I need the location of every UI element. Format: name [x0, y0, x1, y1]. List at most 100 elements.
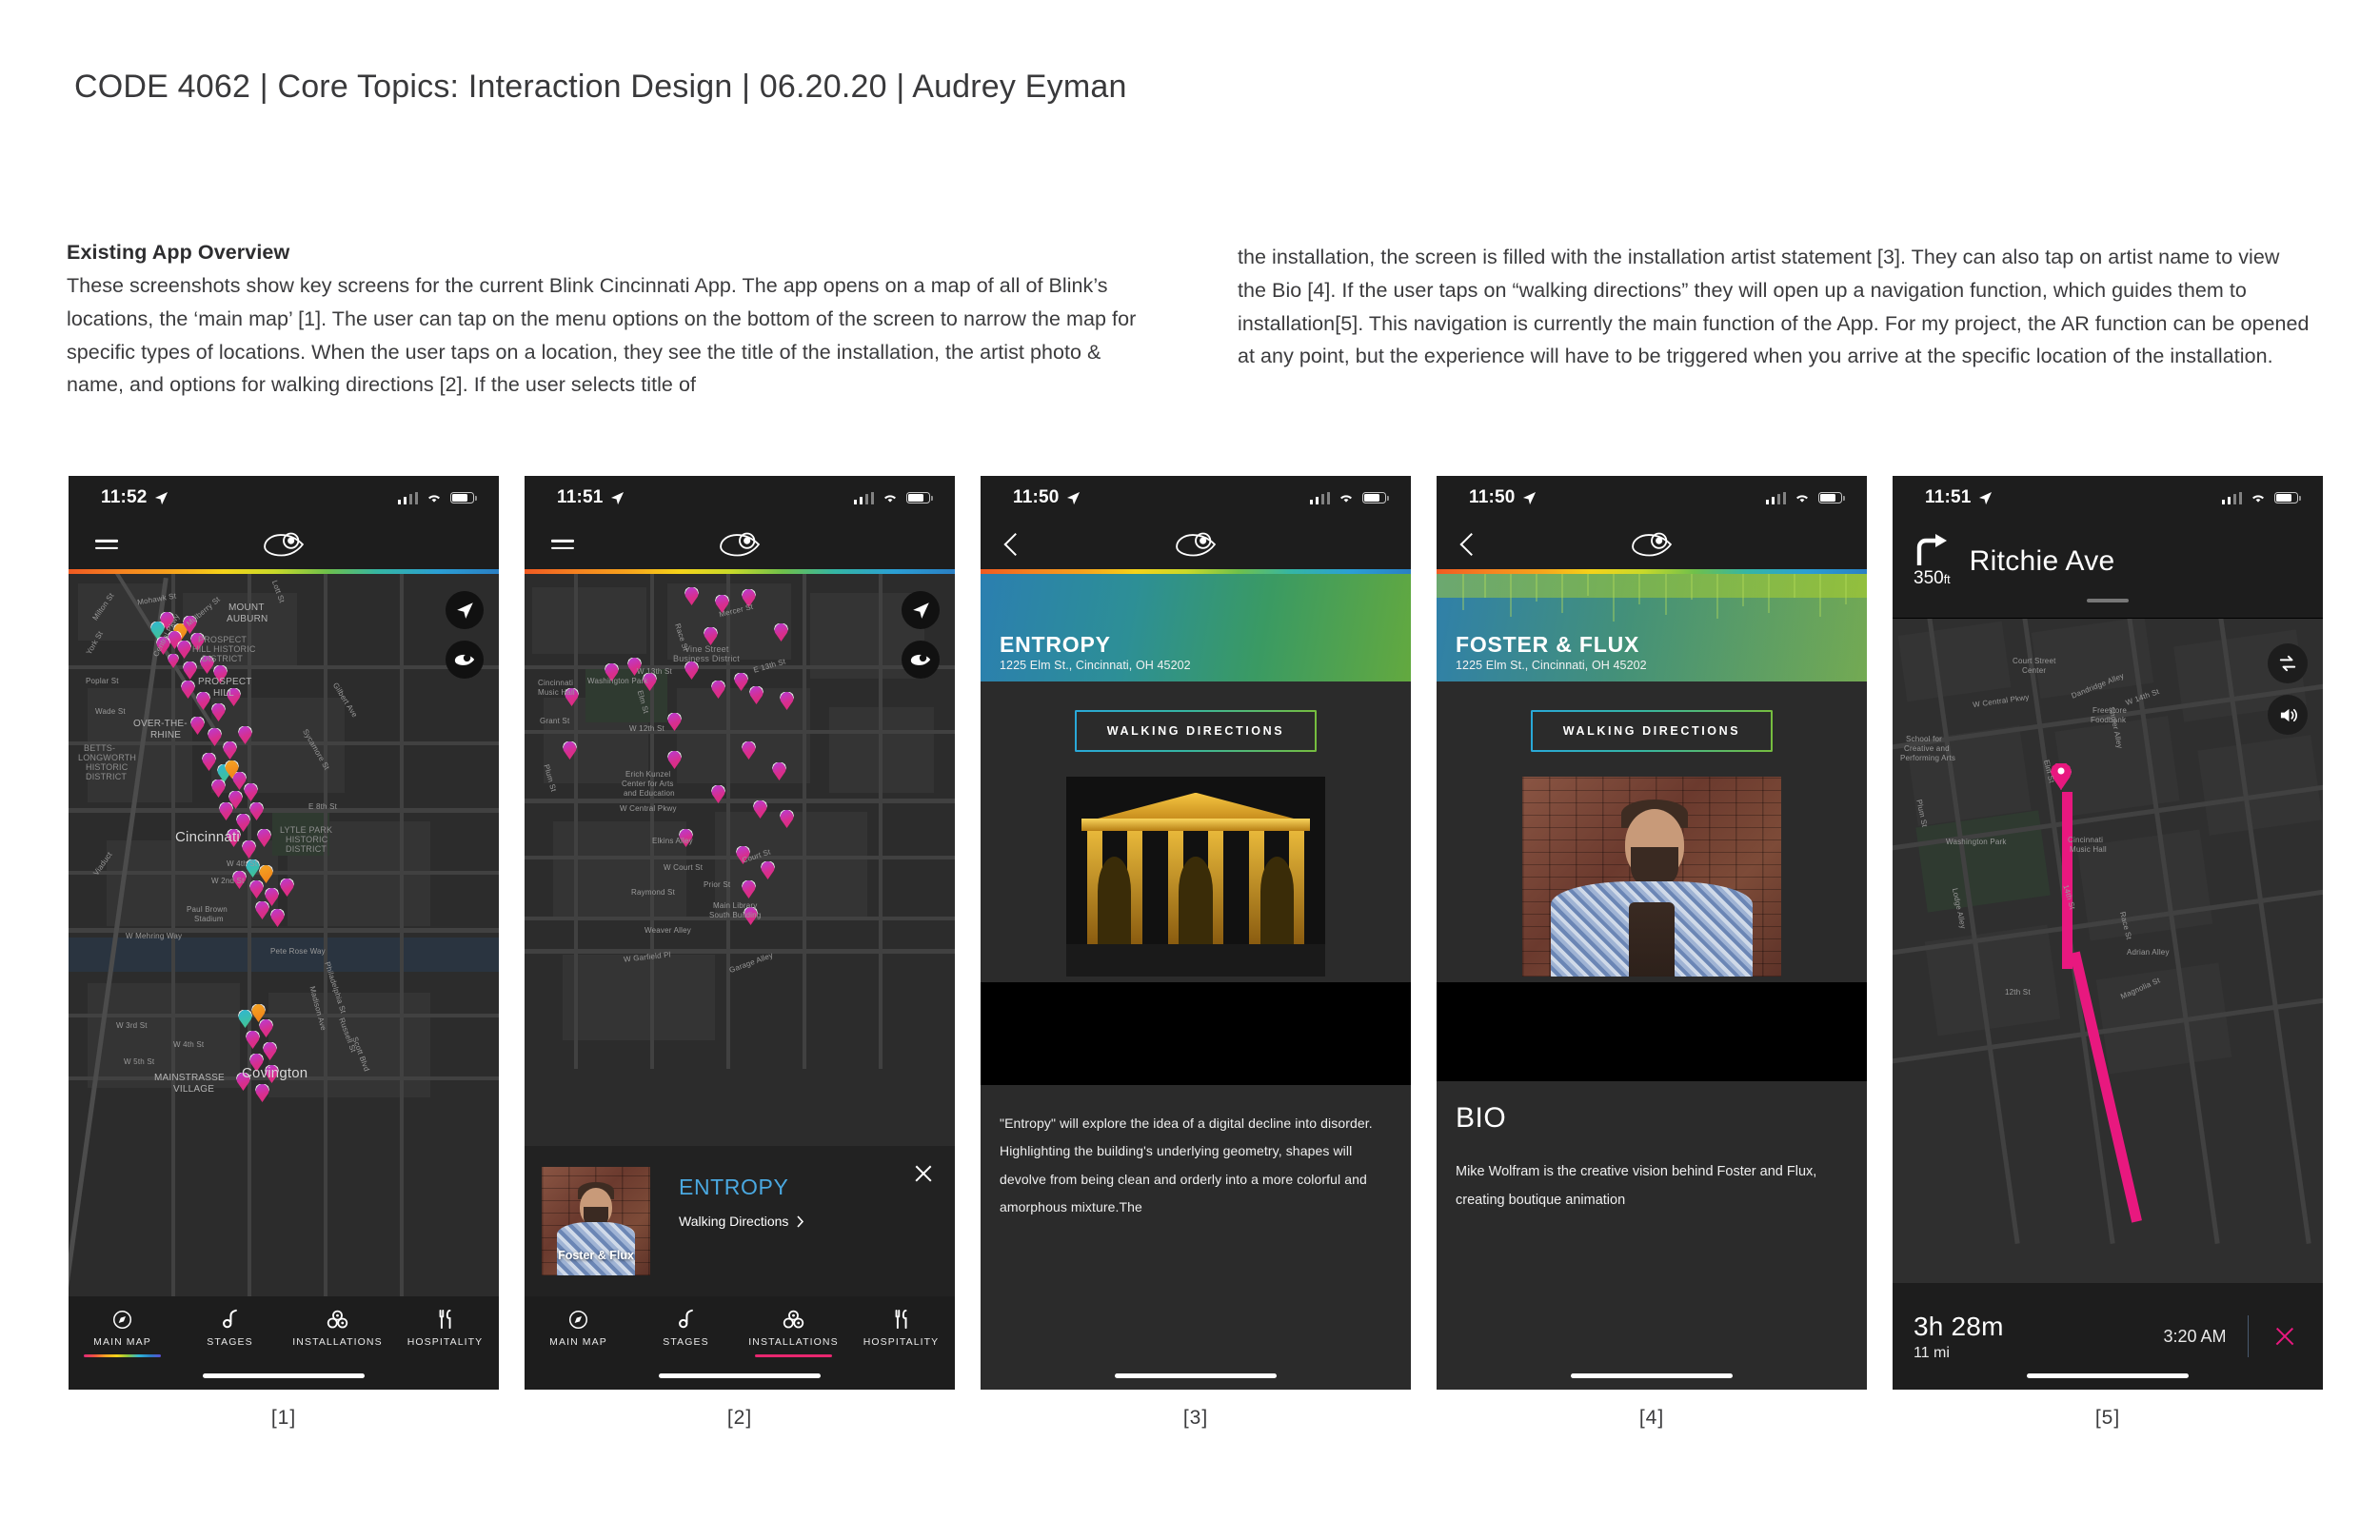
tab-main-map[interactable]: MAIN MAP	[525, 1308, 632, 1357]
overview-heading: Existing App Overview	[67, 241, 290, 264]
hamburger-icon[interactable]	[95, 535, 118, 554]
screen-main-map: 11:52 Mohawk St Lott St Mulberry St Milt…	[69, 476, 499, 1390]
walking-directions-label: Walking Directions	[679, 1214, 789, 1229]
bio-section: BIO Mike Wolfram is the creative vision …	[1437, 1081, 1867, 1390]
artist-thumbnail[interactable]: Foster & Flux	[542, 1167, 650, 1275]
map-label: Center for Arts	[622, 780, 674, 788]
tab-installations[interactable]: INSTALLATIONS	[284, 1308, 391, 1357]
figure-caption: [1]	[270, 1407, 297, 1429]
walking-directions-link[interactable]: Walking Directions	[679, 1214, 804, 1229]
map-label: 12th St	[2005, 988, 2031, 997]
overview-paragraph-right: the installation, the screen is filled w…	[1238, 246, 2310, 368]
status-time: 11:50	[1469, 487, 1516, 507]
walking-directions-button[interactable]: WALKING DIRECTIONS	[1530, 710, 1774, 752]
map-label: W 4th St	[227, 859, 258, 868]
map-label: Cincinnati	[538, 679, 574, 687]
brand-rainbow-rule	[69, 569, 499, 574]
status-right	[2221, 491, 2301, 504]
status-bar: 11:50	[981, 476, 1411, 520]
tab-hospitality[interactable]: HOSPITALITY	[847, 1308, 955, 1357]
close-icon[interactable]	[913, 1163, 934, 1184]
music-note-icon	[221, 1308, 239, 1331]
bottom-safe-area	[981, 1346, 1411, 1390]
map-label: PROSPECT	[198, 677, 252, 687]
installation-info-card[interactable]: Foster & Flux ENTROPY Walking Directions	[525, 1146, 955, 1296]
page-title: CODE 4062 | Core Topics: Interaction Des…	[74, 69, 1127, 105]
projector-icon	[783, 1308, 804, 1331]
volume-button[interactable]	[2268, 695, 2308, 735]
tab-label: HOSPITALITY	[863, 1336, 940, 1348]
tab-main-map[interactable]: MAIN MAP	[69, 1308, 176, 1357]
bio-text: Mike Wolfram is the creative vision behi…	[1456, 1164, 1817, 1209]
tab-stages[interactable]: STAGES	[176, 1308, 284, 1357]
map-background	[1893, 619, 2323, 1390]
status-right	[1309, 491, 1389, 504]
compass-icon	[112, 1308, 132, 1331]
artist-photo-wrap	[1437, 777, 1867, 982]
screenshot-4-block: 11:50 FOSTER & FLUX 1225 Elm St., Cincin…	[1437, 476, 1867, 1430]
map-label: Washington Park	[587, 677, 648, 685]
installation-photo	[1066, 777, 1325, 977]
home-indicator	[203, 1373, 365, 1378]
back-chevron-icon[interactable]	[1459, 532, 1483, 557]
tab-installations[interactable]: INSTALLATIONS	[740, 1308, 847, 1357]
navigation-map[interactable]: Resume Court StreetCenterW Central PkwyF…	[1893, 619, 2323, 1390]
battery-icon	[1362, 491, 1389, 504]
tab-label: INSTALLATIONS	[748, 1336, 839, 1348]
location-arrow-button[interactable]	[446, 591, 484, 629]
reroute-icon	[2279, 655, 2296, 672]
card-text: ENTROPY Walking Directions	[650, 1167, 804, 1229]
map-label: W Central Pkwy	[620, 804, 677, 813]
location-arrow-button[interactable]	[902, 591, 940, 629]
trip-distance: 11 mi	[1914, 1344, 1950, 1361]
tab-hospitality[interactable]: HOSPITALITY	[391, 1308, 499, 1357]
screenshot-2-block: 11:51 Mercer St Vine Street Business Dis…	[525, 476, 955, 1430]
map-label: Elkins Alley	[652, 837, 693, 845]
map-label: AUBURN	[227, 614, 268, 624]
trip-eta: 3:20 AM	[2163, 1326, 2227, 1346]
music-note-icon	[677, 1308, 695, 1331]
turn-block: 350ft	[1914, 533, 1951, 589]
drawer-grip[interactable]	[2087, 599, 2129, 602]
blink-eye-logo	[1176, 532, 1217, 557]
status-left: 11:51	[557, 487, 625, 508]
map-label: E 8th St	[308, 802, 338, 811]
tab-stages[interactable]: STAGES	[632, 1308, 740, 1357]
signal-icon	[397, 491, 418, 504]
map-label: W 4th St	[173, 1040, 205, 1049]
map-label: W 2nd St	[211, 877, 245, 885]
projector-icon	[327, 1308, 348, 1331]
bottom-safe-area	[1437, 1346, 1867, 1390]
divider	[2247, 1315, 2249, 1357]
map-label: Cincinnati	[2068, 836, 2104, 844]
street-name: Ritchie Ave	[1969, 544, 2115, 577]
reroute-button[interactable]	[2268, 643, 2308, 683]
eye-button[interactable]	[446, 641, 484, 679]
hero-text: ENTROPY 1225 Elm St., Cincinnati, OH 452…	[1000, 632, 1191, 672]
home-indicator	[659, 1373, 821, 1378]
map-label: Stadium	[194, 915, 224, 923]
status-time: 11:50	[1013, 487, 1060, 507]
hero-text: FOSTER & FLUX 1225 Elm St., Cincinnati, …	[1456, 632, 1647, 672]
artist-photo	[1522, 777, 1781, 977]
walking-directions-section: WALKING DIRECTIONS	[981, 681, 1411, 777]
eye-button[interactable]	[902, 641, 940, 679]
status-time: 11:52	[101, 487, 148, 507]
installation-title[interactable]: ENTROPY	[679, 1175, 804, 1200]
status-right	[1765, 491, 1845, 504]
overview-left-column: Existing App Overview These screenshots …	[67, 241, 1142, 402]
artist-name-caption: Foster & Flux	[558, 1249, 634, 1262]
map-label: Poplar St	[86, 677, 119, 685]
map-canvas-main[interactable]: Mohawk St Lott St Mulberry St Milton St York…	[69, 574, 499, 1390]
fork-knife-icon	[436, 1308, 455, 1331]
figure-caption: [5]	[2094, 1407, 2121, 1429]
walking-directions-button[interactable]: WALKING DIRECTIONS	[1074, 710, 1318, 752]
screen-artist-bio: 11:50 FOSTER & FLUX 1225 Elm St., Cincin…	[1437, 476, 1867, 1390]
installation-image-wrap	[981, 777, 1411, 982]
map-label: Music Hall	[538, 688, 575, 697]
hamburger-icon[interactable]	[551, 535, 574, 554]
back-chevron-icon[interactable]	[1003, 532, 1027, 557]
end-navigation-button[interactable]	[2273, 1325, 2296, 1348]
status-time: 11:51	[1925, 487, 1972, 507]
volume-icon	[2280, 708, 2297, 721]
